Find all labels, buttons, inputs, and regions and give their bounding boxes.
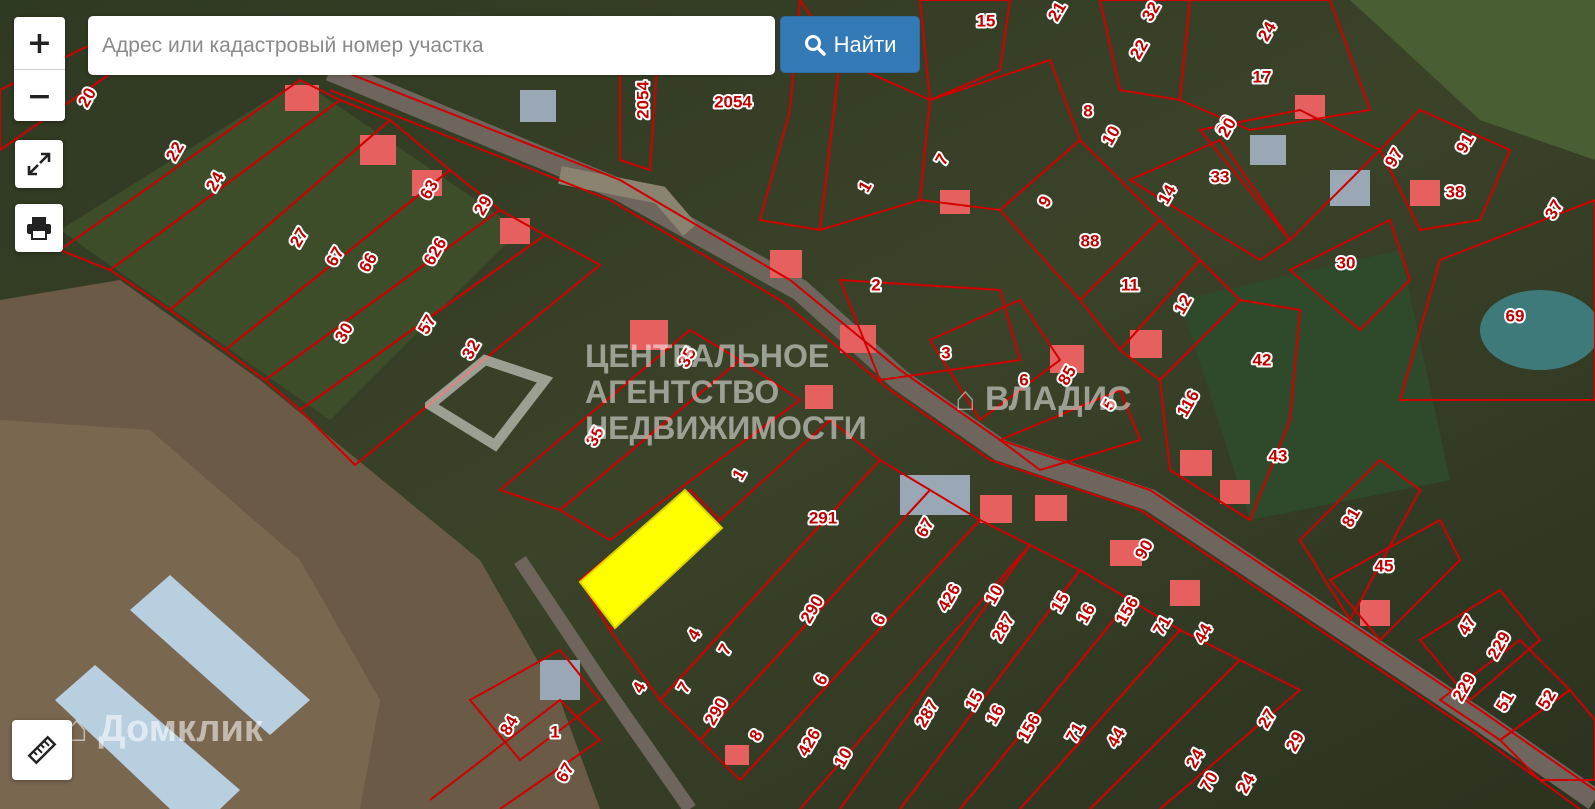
parcel-number-label: 42 — [1253, 350, 1272, 369]
ruler-button[interactable] — [12, 720, 72, 780]
roof — [360, 135, 396, 165]
satellite-map[interactable]: 21 32 15 24 22 20 17 2054 2054 8 22 20 24 63 29 10 7 1 33 2… — [0, 0, 1595, 809]
search-box — [88, 16, 776, 75]
parcel-number-label: 2054 — [633, 81, 652, 119]
printer-icon — [27, 217, 51, 240]
parcel-number-label: 33 — [1211, 167, 1230, 186]
parcel-number-label: 6 — [1019, 370, 1028, 389]
parcel-number-label: 291 — [809, 508, 837, 527]
parcel-number-label: 1 — [550, 722, 559, 741]
building — [1250, 135, 1286, 165]
print-button[interactable] — [15, 204, 63, 252]
building — [520, 90, 556, 122]
search-button-label: Найти — [833, 31, 897, 57]
roof — [1170, 580, 1200, 606]
roof — [770, 250, 802, 278]
parcel-number-label: 8 — [1083, 101, 1092, 120]
roof — [805, 385, 833, 409]
search-input[interactable] — [88, 16, 776, 75]
roof — [1220, 480, 1250, 504]
fullscreen-icon — [27, 152, 51, 176]
roof — [285, 85, 319, 111]
roof — [1410, 180, 1440, 206]
roof — [1035, 495, 1067, 521]
parcel-number-label: 2 — [871, 275, 880, 294]
roof — [1180, 450, 1212, 476]
parcel-number-label: 17 — [1253, 67, 1272, 86]
map-canvas[interactable]: 21 3215 242220172054 2054 8222024 63291071332… — [0, 0, 1595, 809]
roof — [840, 325, 876, 353]
roof — [725, 745, 749, 765]
roof — [980, 495, 1012, 523]
zoom-out-button[interactable]: − — [14, 69, 65, 121]
parcel-number-label: 30 — [1337, 253, 1356, 272]
search-button[interactable]: Найти — [780, 16, 920, 73]
parcel-number-label: 11 — [1121, 275, 1139, 294]
zoom-in-button[interactable]: + — [14, 17, 65, 69]
roof — [940, 190, 970, 214]
parcel-number-label: 2054 — [714, 92, 752, 111]
agency-logo — [425, 354, 554, 452]
pond — [1480, 290, 1595, 370]
ruler-icon — [27, 735, 57, 765]
parcel-number-label: 15 — [977, 11, 996, 30]
building — [900, 475, 970, 515]
zoom-control: + − — [14, 17, 65, 121]
fullscreen-button[interactable] — [15, 140, 63, 188]
parcel-number-label: 38 — [1446, 182, 1465, 201]
search-icon — [804, 34, 826, 56]
parcel-number-label: 43 — [1269, 446, 1288, 465]
roof — [630, 320, 668, 350]
parcel-number-label: 88 — [1081, 231, 1100, 250]
parcel-number-label: 45 — [1375, 556, 1394, 575]
parcel-number-label: 69 — [1506, 306, 1525, 325]
roof — [500, 218, 530, 244]
building — [1330, 170, 1370, 206]
parcel-number-label: 3 — [941, 343, 950, 362]
